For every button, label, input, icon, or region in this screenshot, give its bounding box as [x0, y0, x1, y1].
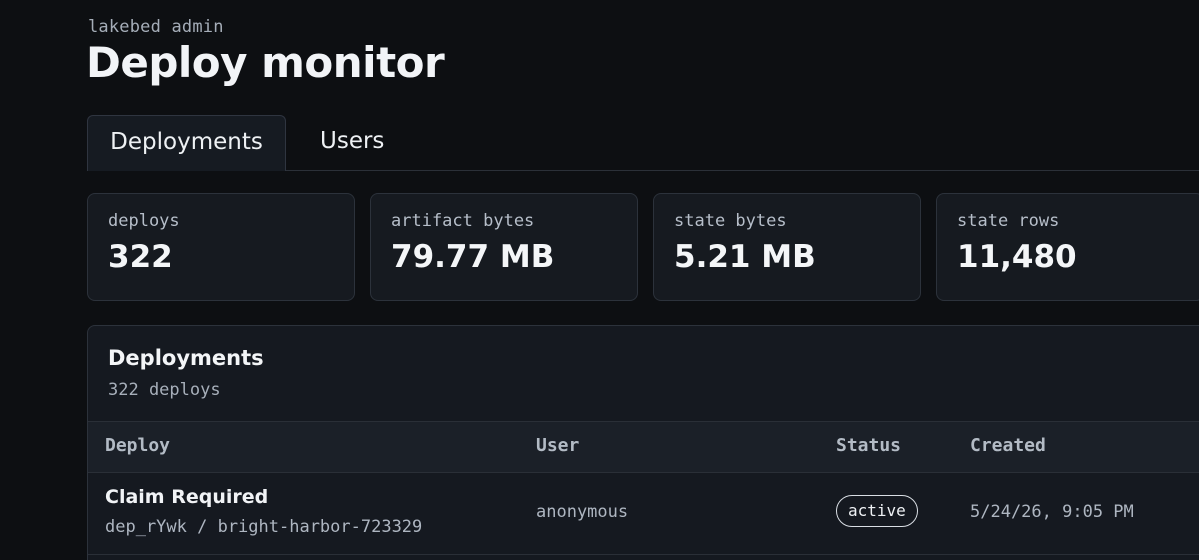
table-row[interactable]: Claim Required dep_rYwk / bright-harbor-… — [88, 472, 1199, 555]
column-header-created[interactable]: Created — [970, 435, 1046, 456]
deploy-created: 5/24/26, 9:05 PM — [970, 502, 1134, 522]
stat-card-state-bytes: state bytes 5.21 MB — [653, 193, 921, 301]
app-eyebrow: lakebed admin — [88, 17, 224, 37]
column-header-status[interactable]: Status — [836, 435, 901, 456]
tab-deployments[interactable]: Deployments — [87, 115, 286, 171]
stat-label: artifact bytes — [391, 211, 535, 231]
tab-bar: Deployments Users — [87, 115, 1199, 171]
table-header: Deploy User Status Created — [88, 421, 1199, 473]
stat-value: 11,480 — [957, 239, 1077, 275]
column-header-user[interactable]: User — [536, 435, 579, 456]
column-header-deploy[interactable]: Deploy — [105, 435, 170, 456]
stat-label: state rows — [957, 211, 1060, 231]
stat-value: 322 — [108, 239, 173, 275]
page-title: Deploy monitor — [86, 38, 445, 87]
deploy-id: dep_rYwk / bright-harbor-723329 — [105, 517, 423, 537]
tab-users[interactable]: Users — [320, 115, 384, 169]
stat-card-artifact-bytes: artifact bytes 79.77 MB — [370, 193, 638, 301]
stat-value: 79.77 MB — [391, 239, 555, 275]
stat-label: deploys — [108, 211, 180, 231]
stat-card-deploys: deploys 322 — [87, 193, 355, 301]
stat-card-state-rows: state rows 11,480 — [936, 193, 1199, 301]
deployments-panel: Deployments 322 deploys Deploy User Stat… — [87, 325, 1199, 560]
panel-subtitle: 322 deploys — [108, 380, 221, 400]
stat-value: 5.21 MB — [674, 239, 816, 275]
stat-label: state bytes — [674, 211, 787, 231]
deploy-monitor-page: lakebed admin Deploy monitor Deployments… — [0, 0, 1199, 560]
deploy-user: anonymous — [536, 502, 629, 522]
deploy-name[interactable]: Claim Required — [105, 486, 268, 508]
status-badge: active — [836, 495, 918, 527]
panel-title: Deployments — [108, 346, 264, 370]
